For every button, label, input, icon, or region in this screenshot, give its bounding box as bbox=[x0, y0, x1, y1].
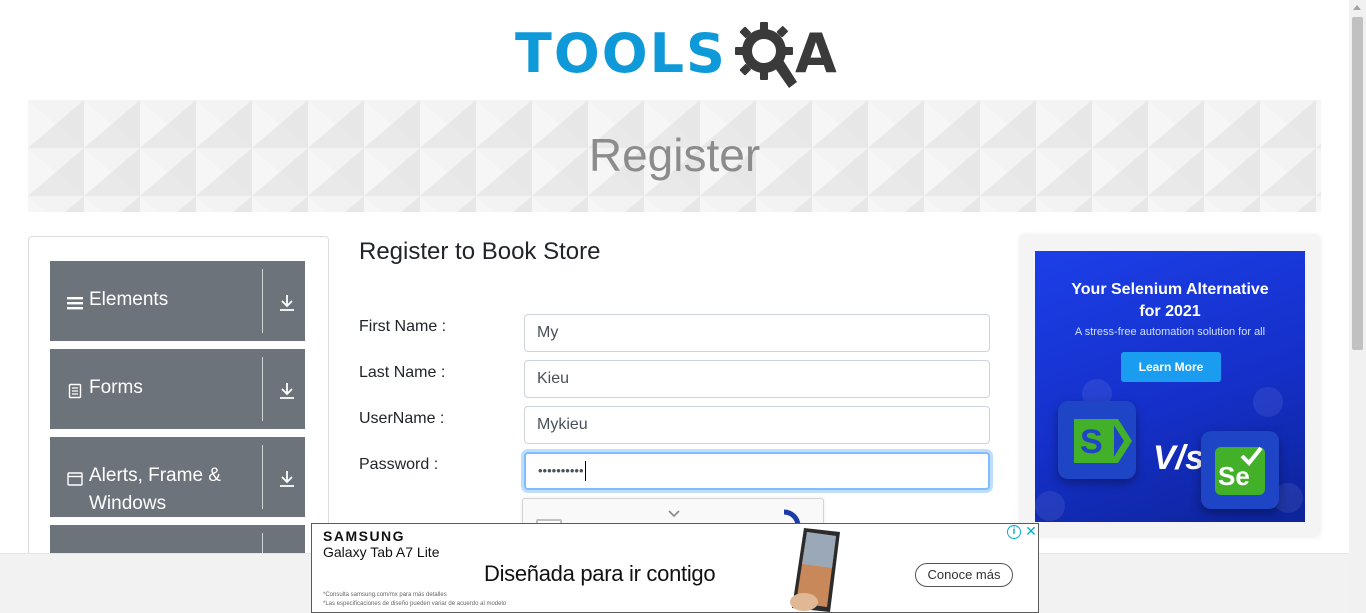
ad-close-icon[interactable]: ✕ bbox=[1024, 524, 1038, 539]
samsung-model: Galaxy Tab A7 Lite bbox=[323, 544, 440, 560]
password-input[interactable]: •••••••••• bbox=[524, 452, 990, 490]
sidebar-group-label: Forms bbox=[89, 377, 143, 398]
chevron-right-icon bbox=[1110, 419, 1132, 463]
scrollbar-thumb[interactable] bbox=[1352, 17, 1363, 350]
fine-print-1: *Consulta samsung.com/mx para más detall… bbox=[323, 592, 447, 598]
header: TOOLS A bbox=[0, 0, 1349, 100]
testsigma-logo-letter: S bbox=[1080, 423, 1103, 461]
conoce-mas-button[interactable]: Conoce más bbox=[915, 563, 1013, 587]
page-banner: Register bbox=[28, 100, 1321, 212]
chevron-down-icon bbox=[668, 510, 680, 518]
window-icon bbox=[67, 472, 83, 486]
password-masked-value: •••••••••• bbox=[538, 463, 584, 478]
download-arrow-icon[interactable] bbox=[279, 382, 295, 400]
username-label: UserName : bbox=[359, 410, 445, 427]
logo-text-tools: TOOLS bbox=[515, 22, 727, 85]
testsigma-logo-card: S bbox=[1058, 401, 1136, 479]
samsung-brand: SAMSUNG bbox=[323, 528, 406, 544]
sidebar-group-label-line2: Windows bbox=[89, 493, 167, 514]
form-title: Register to Book Store bbox=[359, 238, 601, 265]
learn-more-button[interactable]: Learn More bbox=[1121, 352, 1221, 382]
toolsqa-logo[interactable]: TOOLS A bbox=[515, 18, 840, 90]
password-label: Password : bbox=[359, 456, 439, 473]
bottom-ad[interactable]: SAMSUNG Galaxy Tab A7 Lite Diseñada para… bbox=[311, 523, 1039, 613]
logo-text-a: A bbox=[794, 22, 837, 85]
sidebar-group-forms[interactable]: Forms bbox=[50, 349, 305, 429]
page: TOOLS A Register Elements Forms Alerts, … bbox=[0, 0, 1366, 613]
last-name-label: Last Name : bbox=[359, 364, 446, 381]
divider bbox=[262, 357, 263, 421]
text-caret bbox=[584, 460, 586, 481]
first-name-label: First Name : bbox=[359, 318, 447, 335]
side-ad-subline: A stress-free automation solution for al… bbox=[1074, 326, 1266, 338]
ad-info-icon[interactable]: i bbox=[1007, 525, 1021, 539]
browser-icon bbox=[1035, 491, 1065, 521]
side-ad-headline: Your Selenium Alternative for 2021 bbox=[1035, 279, 1305, 323]
sidebar-group-elements[interactable]: Elements bbox=[50, 261, 305, 341]
register-form: Register to Book Store First Name : My L… bbox=[359, 236, 999, 558]
side-ad-headline-line2: for 2021 bbox=[1139, 303, 1201, 320]
last-name-input[interactable]: Kieu bbox=[524, 360, 990, 398]
versus-text: V/s bbox=[1153, 439, 1205, 477]
hamburger-icon bbox=[67, 297, 83, 310]
divider bbox=[262, 445, 263, 509]
username-input[interactable]: Mykieu bbox=[524, 406, 990, 444]
sidebar: Elements Forms Alerts, Frame & Windows bbox=[28, 236, 329, 566]
checkmark-icon bbox=[1240, 446, 1263, 466]
sidebar-group-label-line1: Alerts, Frame & bbox=[89, 465, 221, 486]
divider bbox=[262, 269, 263, 333]
sidebar-group-alerts-frame-windows[interactable]: Alerts, Frame & Windows bbox=[50, 437, 305, 517]
side-ad-container: Your Selenium Alternative for 2021 A str… bbox=[1021, 236, 1319, 536]
page-title: Register bbox=[588, 129, 761, 181]
samsung-tagline: Diseñada para ir contigo bbox=[484, 561, 716, 586]
gear-magnifier-icon bbox=[734, 22, 797, 88]
download-arrow-icon[interactable] bbox=[279, 470, 295, 488]
scroll-up-arrow-icon[interactable] bbox=[1353, 5, 1361, 10]
code-icon bbox=[1253, 387, 1283, 417]
download-arrow-icon[interactable] bbox=[279, 294, 295, 312]
side-ad[interactable]: Your Selenium Alternative for 2021 A str… bbox=[1035, 251, 1305, 522]
sidebar-group-label: Elements bbox=[89, 289, 169, 310]
tablet-image bbox=[790, 528, 840, 612]
document-icon bbox=[68, 383, 82, 399]
side-ad-headline-line1: Your Selenium Alternative bbox=[1071, 281, 1269, 298]
vertical-scrollbar[interactable] bbox=[1349, 0, 1366, 613]
fine-print-2: *Las especificaciones de diseño pueden v… bbox=[323, 601, 507, 607]
selenium-logo-card: Se bbox=[1201, 431, 1279, 509]
first-name-input[interactable]: My bbox=[524, 314, 990, 352]
